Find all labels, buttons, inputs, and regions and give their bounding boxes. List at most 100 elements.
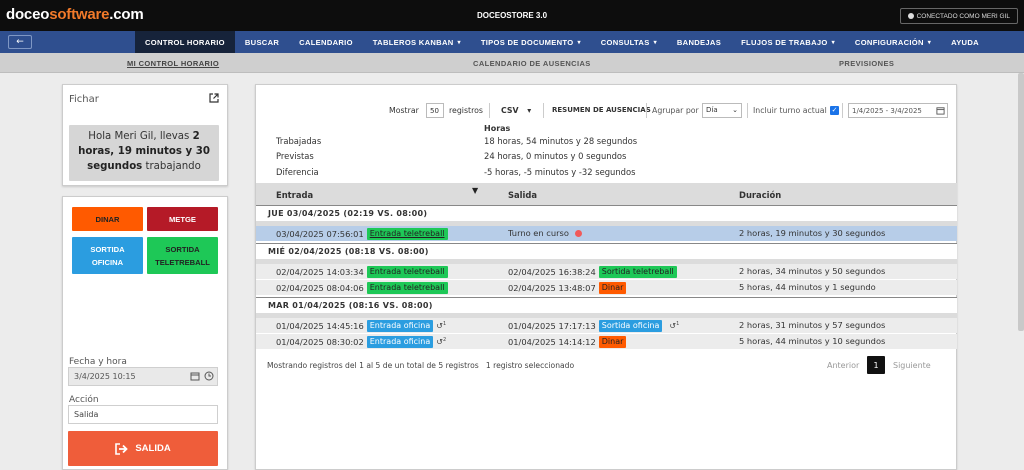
table-row[interactable]: 02/04/2025 08:04:06 Entrada teletreball 02… — [256, 280, 957, 295]
cell-salida: 01/04/2025 14:14:12 Dinar — [508, 336, 627, 348]
table-row[interactable]: 01/04/2025 08:30:02 Entrada oficina ↺2 01/0… — [256, 334, 957, 349]
user-icon — [907, 13, 914, 19]
chevron-down-icon: ⌄ — [732, 106, 738, 114]
logo-text-1: doceo — [6, 6, 50, 23]
toolbar-divider — [646, 103, 647, 118]
external-link-icon[interactable] — [209, 93, 219, 103]
incluir-turno-checkbox[interactable]: ✓ — [830, 106, 839, 115]
table-row[interactable]: 01/04/2025 14:45:16 Entrada oficina ↺1 01/0… — [256, 318, 957, 333]
nav-item-bandejas[interactable]: BANDEJAS — [667, 31, 731, 53]
nav-item-calendario[interactable]: CALENDARIO — [289, 31, 363, 53]
logo[interactable]: doceosoftware.com — [6, 6, 144, 23]
subnav-previsiones[interactable]: PREVISIONES — [839, 59, 894, 68]
sign-out-icon — [115, 442, 129, 455]
table-row[interactable]: 02/04/2025 14:03:34 Entrada teletreball 02… — [256, 264, 957, 279]
nav-item-tableros-kanban[interactable]: TABLEROS KANBAN ▾ — [363, 31, 471, 53]
salida-button[interactable]: SALIDA — [68, 431, 218, 466]
group-header: MIÉ 02/04/2025 (08:18 VS. 08:00) — [256, 243, 957, 259]
duracion-value: 5 horas, 44 minutos y 1 segundo — [739, 282, 876, 292]
summary-value: 18 horas, 54 minutos y 28 segundos — [484, 136, 638, 146]
sortida-teletreball-button[interactable]: SORTIDA TELETREBALL — [147, 237, 218, 274]
accion-input[interactable]: Salida — [68, 405, 218, 424]
summary-value: 24 horas, 0 minutos y 0 segundos — [484, 151, 627, 161]
sortida-tele-line1: SORTIDA — [165, 244, 200, 254]
entrada-badge: Entrada teletreball — [366, 228, 448, 240]
summary-label: Previstas — [276, 151, 314, 161]
nav-item-configuraci-n[interactable]: CONFIGURACIÓN ▾ — [845, 31, 941, 53]
nav-item-label: AYUDA — [951, 37, 979, 47]
column-salida[interactable]: Salida — [508, 190, 537, 200]
csv-label: CSV — [501, 106, 519, 115]
fecha-value: 3/4/2025 10:15 — [74, 372, 136, 381]
chevron-down-icon: ▾ — [457, 39, 461, 46]
stop-icon[interactable] — [574, 229, 582, 237]
subnav-calendario-ausencias[interactable]: CALENDARIO DE AUSENCIAS — [473, 59, 591, 68]
history-icon[interactable]: ↺2 — [436, 337, 446, 347]
selected-count: 1 registro seleccionado — [485, 361, 575, 370]
cell-salida: 02/04/2025 16:38:24 Sortida teletreball — [508, 266, 677, 278]
salida-time: 02/04/2025 13:48:07 — [508, 283, 596, 293]
pager-next[interactable]: Siguiente — [893, 361, 931, 370]
column-duracion[interactable]: Duración — [739, 190, 781, 200]
per-page-select[interactable]: 50 — [426, 103, 444, 118]
date-range-input[interactable]: 1/4/2025 - 3/4/2025 — [848, 103, 948, 118]
cell-duracion: 2 horas, 34 minutos y 50 segundos — [739, 266, 885, 276]
csv-dropdown[interactable]: CSV ▾ — [501, 106, 531, 115]
chevron-down-icon: ▾ — [653, 39, 657, 46]
clock-icon[interactable] — [204, 371, 214, 381]
subnav-mi-control-horario[interactable]: MI CONTROL HORARIO — [127, 59, 219, 68]
nav-item-label: TABLEROS KANBAN — [372, 37, 454, 47]
nav-item-label: FLUJOS DE TRABAJO — [741, 37, 828, 47]
metge-button[interactable]: METGE — [147, 207, 218, 231]
calendar-icon[interactable] — [936, 106, 945, 115]
logo-text-3: .com — [109, 6, 144, 23]
mostrar-label: Mostrar — [389, 106, 419, 115]
dinar-button[interactable]: DINAR — [72, 207, 143, 231]
records-panel: Mostrar 50 registros CSV ▾ RESUMEN DE AU… — [255, 84, 957, 470]
greeting-prefix: Hola Meri Gil, llevas — [88, 131, 193, 142]
history-icon[interactable]: ↺1 — [669, 321, 679, 331]
toolbar-divider — [842, 103, 843, 118]
nav-items: CONTROL HORARIO BUSCAR CALENDARIO TABLEROS … — [135, 31, 989, 53]
nav-item-tipos-de-documento[interactable]: TIPOS DE DOCUMENTO ▾ — [471, 31, 591, 53]
table-header: Entrada ▼ Salida Duración — [256, 183, 957, 205]
arrow-left-icon: ← — [16, 37, 24, 47]
salida-badge: Sortida oficina — [598, 320, 663, 332]
entrada-time: 03/04/2025 07:56:01 — [276, 229, 364, 239]
connected-user-button[interactable]: CONECTADO COMO MERI GIL — [899, 8, 1018, 24]
nav-item-label: CALENDARIO — [299, 37, 353, 47]
scrollbar[interactable] — [1018, 73, 1024, 331]
toolbar-divider — [747, 103, 748, 118]
sortida-oficina-button[interactable]: SORTIDA OFICINA — [72, 237, 143, 274]
app-name: DOCEOSTORE 3.0 — [476, 11, 548, 20]
table-row[interactable]: 03/04/2025 07:56:01 Entrada teletreball Tu… — [256, 226, 957, 241]
sort-desc-icon[interactable]: ▼ — [472, 186, 478, 195]
resumen-ausencias-button[interactable]: RESUMEN DE AUSENCIAS — [552, 106, 651, 114]
agrupar-select[interactable]: Día ⌄ — [702, 103, 742, 118]
nav-item-label: BUSCAR — [244, 37, 280, 47]
nav-item-consultas[interactable]: CONSULTAS ▾ — [591, 31, 667, 53]
calendar-icon[interactable] — [190, 371, 200, 381]
nav-item-label: CONSULTAS — [600, 37, 650, 47]
main-nav: ← CONTROL HORARIO BUSCAR CALENDARIO TABLERO… — [0, 31, 1024, 53]
records-count: Mostrando registros del 1 al 5 de un tot… — [267, 361, 479, 370]
pager-prev[interactable]: Anterior — [827, 361, 859, 370]
nav-item-ayuda[interactable]: AYUDA — [941, 31, 989, 53]
back-button[interactable]: ← — [8, 35, 32, 49]
summary-label: Diferencia — [276, 167, 319, 177]
column-entrada[interactable]: Entrada — [276, 190, 313, 200]
sortida-oficina-line1: SORTIDA — [90, 244, 125, 254]
summary-header: Horas — [484, 124, 511, 133]
top-bar: doceosoftware.com DOCEOSTORE 3.0 CONECTA… — [0, 0, 1024, 31]
entrada-time: 01/04/2025 08:30:02 — [276, 337, 364, 347]
history-icon[interactable]: ↺1 — [436, 321, 446, 331]
cell-entrada: 01/04/2025 08:30:02 Entrada oficina ↺2 — [276, 336, 446, 348]
nav-item-flujos-de-trabajo[interactable]: FLUJOS DE TRABAJO ▾ — [731, 31, 845, 53]
pager-page-1[interactable]: 1 — [867, 356, 885, 374]
salida-time: Turno en curso — [508, 228, 569, 238]
nav-item-buscar[interactable]: BUSCAR — [235, 31, 289, 53]
chevron-down-icon: ▾ — [577, 39, 581, 46]
nav-item-control-horario[interactable]: CONTROL HORARIO — [135, 31, 235, 53]
fecha-input[interactable]: 3/4/2025 10:15 — [68, 367, 218, 386]
history-count: 1 — [676, 321, 680, 328]
